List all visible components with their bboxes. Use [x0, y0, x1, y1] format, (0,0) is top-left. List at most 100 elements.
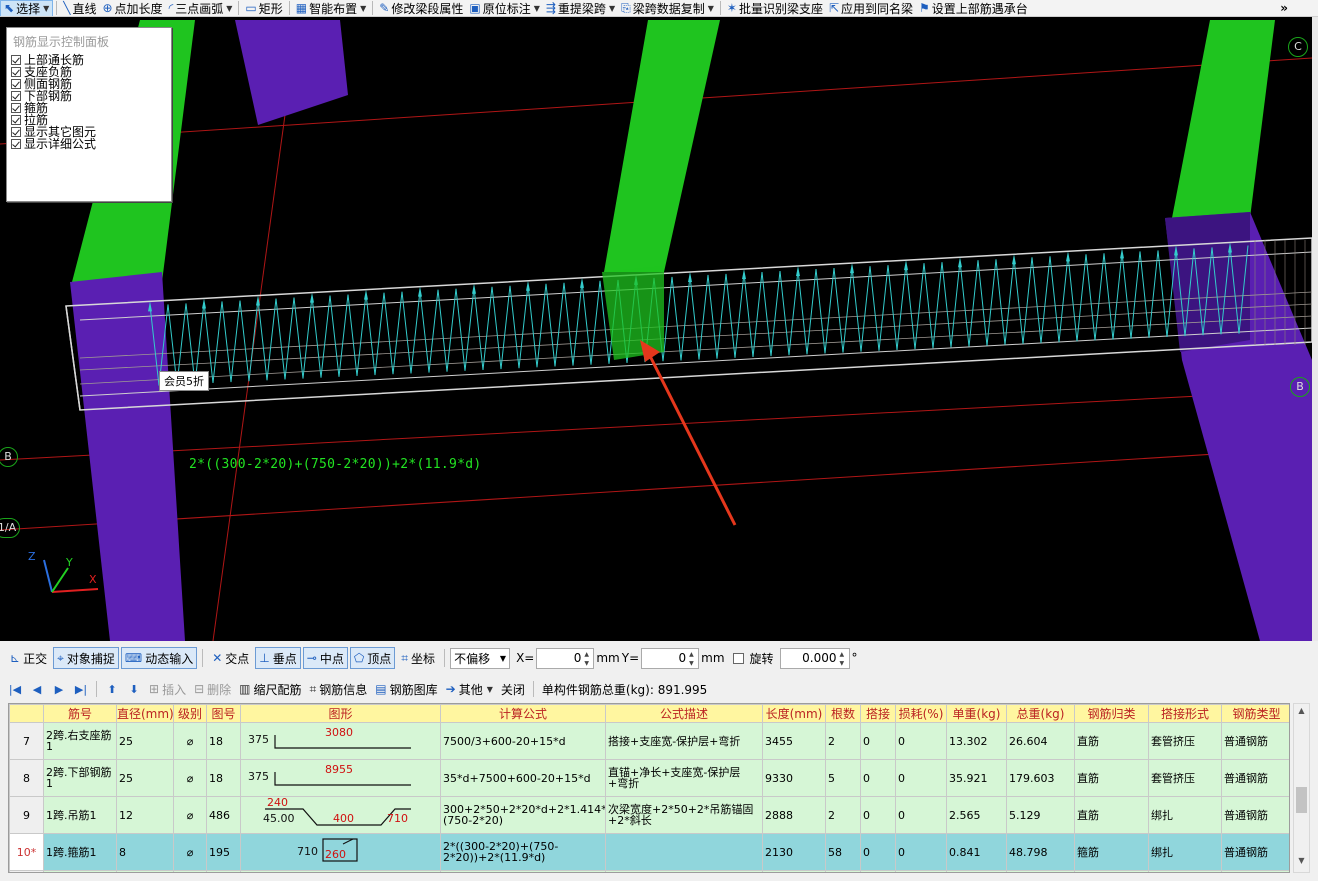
- cell-unit_w[interactable]: 2.565: [946, 796, 1007, 834]
- chevron-down-icon[interactable]: ▼: [534, 4, 540, 13]
- row-index[interactable]: 9: [9, 796, 44, 834]
- cell-unit_w[interactable]: 0.841: [946, 833, 1007, 871]
- column-header[interactable]: 单重(kg): [946, 704, 1007, 723]
- cell-cat[interactable]: 直筋: [1074, 759, 1149, 797]
- cell-lap[interactable]: 0: [860, 722, 896, 760]
- 3d-viewport[interactable]: X Y Z C B B 1/A 钢筋显示控制面板 上部通长筋 支座负筋 侧面钢筋 下部…: [0, 17, 1312, 641]
- cell-cat[interactable]: 箍筋: [1074, 833, 1149, 871]
- cell-dia[interactable]: 25: [116, 722, 174, 760]
- cell-dia[interactable]: 8: [116, 833, 174, 871]
- checkbox-checked-icon[interactable]: [11, 127, 21, 137]
- toolbar-button-6[interactable]: ✎ 修改梁段属性: [376, 0, 466, 16]
- column-header[interactable]: 直径(mm): [116, 704, 174, 723]
- table-row[interactable]: 111跨.拉筋16⌀485260(300-2*20)+2*(75+1.9*d) 4…: [9, 870, 1289, 872]
- cell-lap_type[interactable]: 绑扎: [1148, 833, 1222, 871]
- cell-desc[interactable]: 直锚+净长+支座宽-保护层+弯折: [605, 759, 763, 797]
- column-header[interactable]: 级别: [173, 704, 207, 723]
- toolbar-button-8[interactable]: ⇶ 重提梁跨 ▼: [543, 0, 618, 16]
- cell-fig[interactable]: 485: [206, 870, 241, 872]
- cell-lap_type[interactable]: 绑扎: [1148, 870, 1222, 872]
- column-header[interactable]: 钢筋归类: [1074, 704, 1149, 723]
- cell-loss[interactable]: 0: [895, 722, 947, 760]
- rebar-library-button[interactable]: ▤ 钢筋图库: [375, 681, 437, 698]
- cell-name[interactable]: 2跨.右支座筋1: [43, 722, 117, 760]
- column-header[interactable]: 计算公式: [440, 704, 606, 723]
- cell-loss[interactable]: 0: [895, 833, 947, 871]
- row-index[interactable]: 7: [9, 722, 44, 760]
- cell-desc[interactable]: 搭接+支座宽-保护层+弯折: [605, 722, 763, 760]
- cell-formula[interactable]: 300+2*50+2*20*d+2*1.414*(750-2*20): [440, 796, 606, 834]
- column-header[interactable]: 钢筋类型: [1221, 704, 1289, 723]
- rebar-info-button[interactable]: ⌗ 钢筋信息: [310, 681, 368, 698]
- toolbar-button-5[interactable]: ▦ 智能布置 ▼: [293, 0, 370, 16]
- column-header[interactable]: 根数: [825, 704, 861, 723]
- snap-toggle-4[interactable]: ⊥ 垂点: [255, 647, 301, 669]
- column-header[interactable]: 搭接: [860, 704, 896, 723]
- cell-unit_w[interactable]: 13.302: [946, 722, 1007, 760]
- checkbox-checked-icon[interactable]: [11, 55, 21, 65]
- chevron-down-icon[interactable]: ▼: [708, 4, 714, 13]
- cell-count[interactable]: 58: [825, 833, 861, 871]
- cell-total_w[interactable]: 5.129: [1006, 796, 1075, 834]
- next-record-icon[interactable]: ▶: [52, 682, 66, 696]
- other-menu-button[interactable]: ➔ 其他 ▼: [446, 681, 493, 698]
- chevron-down-icon[interactable]: ▼: [609, 4, 615, 13]
- scroll-thumb[interactable]: [1296, 787, 1307, 813]
- cell-total_w[interactable]: 48.798: [1006, 833, 1075, 871]
- chevron-down-icon[interactable]: ▼: [226, 4, 232, 13]
- cell-formula[interactable]: 7500/3+600-20+15*d: [440, 722, 606, 760]
- cell-length[interactable]: 3455: [762, 722, 826, 760]
- shape-cell[interactable]: 375 3080: [240, 722, 441, 760]
- spin-arrows-icon[interactable]: ▲ ▼: [689, 650, 697, 668]
- chevron-down-icon[interactable]: ▼: [360, 4, 366, 13]
- toolbar-button-7[interactable]: ▣ 原位标注 ▼: [466, 0, 543, 16]
- cell-lap[interactable]: 0: [860, 759, 896, 797]
- snap-toggle-5[interactable]: ⊸ 中点: [302, 647, 348, 669]
- row-index[interactable]: 11: [9, 870, 44, 872]
- snap-toggle-3[interactable]: ✕ 交点: [208, 647, 253, 669]
- cell-length[interactable]: 2888: [762, 796, 826, 834]
- shape-cell[interactable]: 375 8955: [240, 759, 441, 797]
- rotate-checkbox[interactable]: [732, 652, 744, 664]
- cell-lap_type[interactable]: 绑扎: [1148, 796, 1222, 834]
- cell-type[interactable]: 普通钢筋: [1221, 833, 1289, 871]
- checkbox-checked-icon[interactable]: [11, 103, 21, 113]
- cell-loss[interactable]: 0: [895, 870, 947, 872]
- cell-cat[interactable]: 箍筋: [1074, 870, 1149, 872]
- snap-toggle-0[interactable]: ⊾ 正交: [6, 647, 51, 669]
- cell-name[interactable]: 2跨.下部钢筋1: [43, 759, 117, 797]
- offset-select[interactable]: 不偏移 ▼: [450, 647, 511, 669]
- cell-desc[interactable]: [605, 870, 763, 872]
- cell-grade[interactable]: ⌀: [173, 722, 207, 760]
- cell-name[interactable]: 1跨.箍筋1: [43, 833, 117, 871]
- last-record-icon[interactable]: ▶|: [74, 682, 88, 696]
- toolbar-button-1[interactable]: ╲ 直线: [60, 0, 99, 16]
- cell-count[interactable]: 60: [825, 870, 861, 872]
- cell-lap[interactable]: 0: [860, 796, 896, 834]
- cell-desc[interactable]: 次梁宽度+2*50+2*吊筋锚固+2*斜长: [605, 796, 763, 834]
- cell-cat[interactable]: 直筋: [1074, 796, 1149, 834]
- close-button[interactable]: 关闭: [501, 681, 525, 698]
- table-row[interactable]: 9 1跨.吊筋1 12 ⌀ 486 240 45.00 400 710 300+2*50+2*20…: [9, 796, 1289, 834]
- toolbar-button-12[interactable]: ⚑ 设置上部筋遇承台: [916, 0, 1031, 16]
- column-header[interactable]: 损耗(%): [895, 704, 947, 723]
- cell-count[interactable]: 5: [825, 759, 861, 797]
- snap-toggle-6[interactable]: ⬠ 顶点: [349, 647, 396, 669]
- move-up-icon[interactable]: ⬆: [105, 682, 119, 696]
- cell-count[interactable]: 2: [825, 722, 861, 760]
- cell-unit_w[interactable]: 0.108: [946, 870, 1007, 872]
- cell-length[interactable]: 9330: [762, 759, 826, 797]
- cell-fig[interactable]: 195: [206, 833, 241, 871]
- spin-arrows-icon[interactable]: ▲ ▼: [584, 650, 592, 668]
- cell-lap_type[interactable]: 套管挤压: [1148, 722, 1222, 760]
- control-panel-item[interactable]: 显示详细公式: [11, 138, 171, 150]
- cell-cat[interactable]: 直筋: [1074, 722, 1149, 760]
- column-header[interactable]: 筋号: [43, 704, 117, 723]
- column-header[interactable]: 长度(mm): [762, 704, 826, 723]
- cell-fig[interactable]: 18: [206, 759, 241, 797]
- insert-button[interactable]: ⊞ 插入: [149, 681, 186, 698]
- cell-name[interactable]: 1跨.吊筋1: [43, 796, 117, 834]
- x-coord-input[interactable]: 0 ▲ ▼: [536, 647, 595, 669]
- first-record-icon[interactable]: |◀: [8, 682, 22, 696]
- cell-formula[interactable]: (300-2*20)+2*(75+1.9*d): [440, 870, 606, 872]
